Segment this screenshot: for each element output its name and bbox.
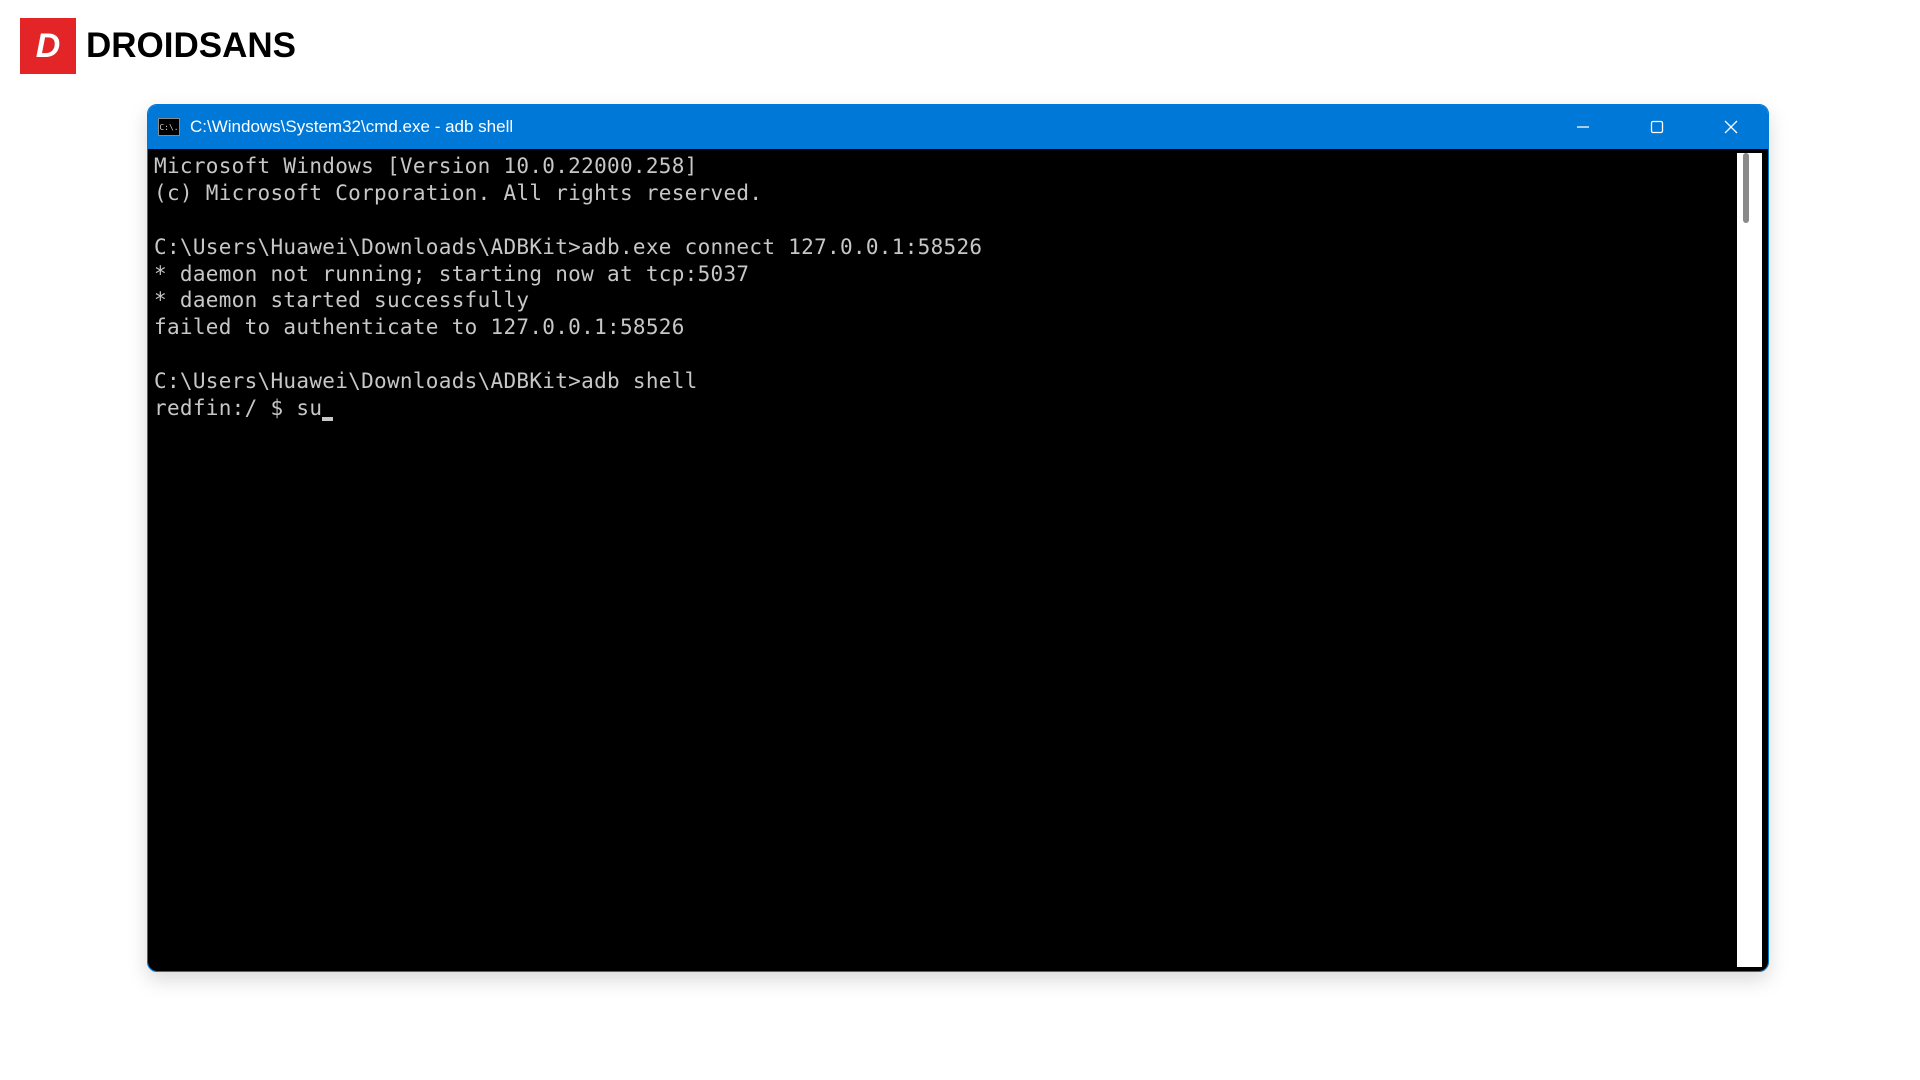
window-controls	[1546, 105, 1768, 149]
cmd-icon-text: C:\.	[159, 123, 178, 132]
brand-logo: D DROIDSANS	[20, 18, 296, 74]
window-title: C:\Windows\System32\cmd.exe - adb shell	[190, 117, 513, 137]
minimize-button[interactable]	[1546, 105, 1620, 149]
titlebar[interactable]: C:\. C:\Windows\System32\cmd.exe - adb s…	[148, 105, 1768, 149]
close-button[interactable]	[1694, 105, 1768, 149]
brand-logo-glyph: D	[36, 27, 61, 66]
scrollbar-thumb[interactable]	[1743, 153, 1749, 223]
brand-logo-text: DROIDSANS	[86, 26, 296, 66]
cursor	[322, 417, 333, 421]
cmd-icon: C:\.	[158, 118, 180, 136]
terminal-content[interactable]: Microsoft Windows [Version 10.0.22000.25…	[154, 153, 1737, 967]
maximize-button[interactable]	[1620, 105, 1694, 149]
close-icon	[1724, 120, 1738, 134]
brand-logo-icon: D	[20, 18, 76, 74]
scrollbar[interactable]	[1737, 153, 1762, 967]
titlebar-left: C:\. C:\Windows\System32\cmd.exe - adb s…	[158, 117, 513, 137]
terminal-body[interactable]: Microsoft Windows [Version 10.0.22000.25…	[148, 149, 1768, 971]
maximize-icon	[1650, 120, 1664, 134]
minimize-icon	[1576, 120, 1590, 134]
terminal-window: C:\. C:\Windows\System32\cmd.exe - adb s…	[147, 104, 1769, 972]
